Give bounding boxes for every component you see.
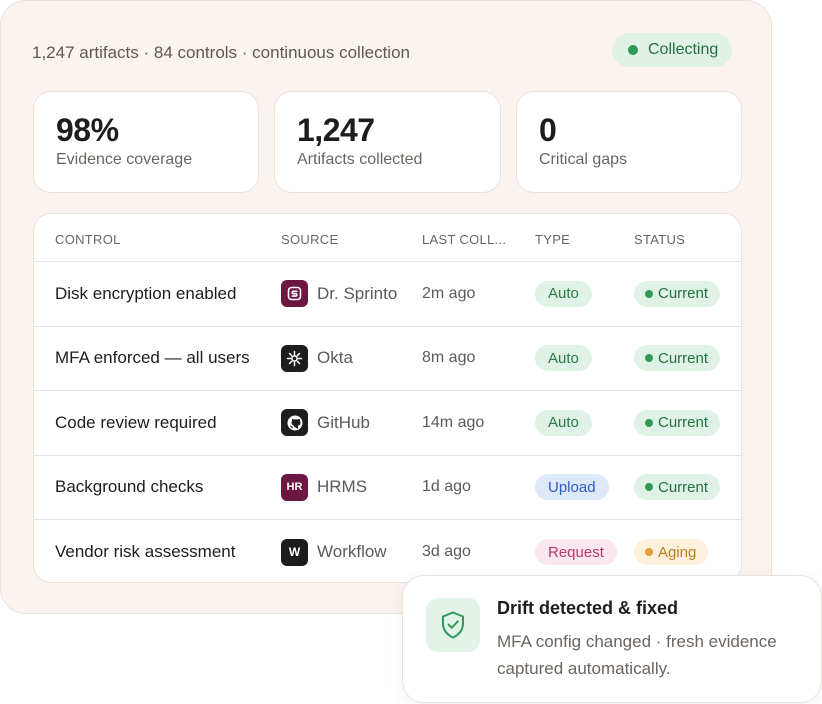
last-collected: 1d ago [422, 478, 471, 496]
type-cell: Upload [535, 456, 609, 520]
source-name: Workflow [317, 542, 387, 562]
type-badge: Auto [535, 345, 592, 372]
status-cell: Current [634, 391, 721, 455]
type-cell: Auto [535, 262, 592, 326]
status-dot-icon [645, 483, 653, 492]
control-name: Code review required [55, 412, 217, 432]
control-name: Vendor risk assessment [55, 542, 236, 562]
type-cell: Auto [535, 391, 592, 455]
workflow-logo-icon: W [281, 538, 308, 566]
status-label: Current [658, 285, 709, 303]
table-header: CONTROL SOURCE LAST COLL... TYPE STATUS [34, 214, 741, 262]
type-cell: Auto [535, 327, 592, 391]
last-collected: 3d ago [422, 543, 471, 561]
status-cell: Current [634, 327, 721, 391]
stat-value: 98% [56, 112, 119, 148]
status-badge: Current [634, 474, 721, 501]
type-badge: Request [535, 539, 617, 566]
stat-card-gaps: 0 Critical gaps [516, 91, 742, 193]
sprinto-logo-icon [281, 280, 308, 308]
type-cell: Request [535, 520, 617, 582]
collecting-badge-label: Collecting [648, 41, 719, 58]
stat-value: 0 [539, 112, 557, 148]
status-badge: Current [634, 280, 721, 307]
status-dot-icon [645, 289, 653, 298]
column-header-type[interactable]: TYPE [535, 232, 570, 247]
source-name: GitHub [317, 412, 370, 432]
control-name: Background checks [55, 477, 204, 497]
github-logo-icon [281, 409, 308, 437]
table-row[interactable]: Disk encryption enabled Dr. Sprinto 2m a… [34, 262, 741, 327]
last-collected: 14m ago [422, 413, 485, 431]
source-cell: W Workflow [281, 520, 387, 582]
status-dot-icon [645, 354, 653, 363]
status-badge: Current [634, 409, 721, 436]
source-cell: Okta [281, 327, 353, 391]
notification-title: Drift detected & fixed [497, 598, 679, 618]
status-label: Current [658, 414, 709, 432]
status-dot-icon [628, 45, 638, 55]
stat-label: Critical gaps [539, 151, 628, 168]
column-header-status[interactable]: STATUS [634, 232, 685, 247]
stat-card-coverage: 98% Evidence coverage [33, 91, 259, 193]
notification-body: MFA config changed · fresh evidence capt… [497, 632, 777, 678]
last-collected: 2m ago [422, 284, 476, 302]
table-row[interactable]: Vendor risk assessment W Workflow 3d ago… [34, 520, 741, 582]
status-badge: Aging [634, 539, 709, 566]
drift-notification-card[interactable]: Drift detected & fixed MFA config change… [402, 575, 822, 703]
control-name: Disk encryption enabled [55, 283, 237, 303]
source-name: Okta [317, 348, 353, 368]
status-dot-icon [645, 548, 653, 557]
stat-label: Artifacts collected [297, 151, 423, 168]
table-row[interactable]: Background checks HR HRMS 1d ago Upload … [34, 456, 741, 520]
evidence-panel: 1,247 artifacts · 84 controls · continuo… [0, 0, 772, 614]
status-dot-icon [645, 418, 653, 427]
control-name: MFA enforced — all users [55, 348, 250, 368]
type-badge: Upload [535, 474, 609, 501]
okta-logo-icon [281, 344, 308, 372]
column-header-last-collected[interactable]: LAST COLL... [422, 232, 506, 247]
source-cell: GitHub [281, 391, 370, 455]
stat-label: Evidence coverage [56, 151, 193, 168]
collection-summary: 1,247 artifacts · 84 controls · continuo… [32, 43, 410, 62]
source-cell: Dr. Sprinto [281, 262, 397, 326]
source-name: Dr. Sprinto [317, 283, 398, 303]
collecting-status-badge: Collecting [612, 33, 733, 67]
status-cell: Current [634, 456, 721, 520]
type-badge: Auto [535, 280, 592, 307]
status-label: Current [658, 478, 709, 496]
column-header-source[interactable]: SOURCE [281, 232, 338, 247]
source-name: HRMS [317, 477, 368, 497]
status-badge: Current [634, 345, 721, 372]
source-cell: HR HRMS [281, 456, 367, 520]
status-label: Aging [658, 543, 697, 561]
stat-card-artifacts: 1,247 Artifacts collected [274, 91, 501, 193]
status-cell: Aging [634, 520, 709, 582]
status-label: Current [658, 349, 709, 367]
shield-check-icon [426, 598, 480, 652]
table-row[interactable]: Code review required GitHub 14m ago Auto… [34, 391, 741, 456]
type-badge: Auto [535, 409, 592, 436]
hrms-logo-icon: HR [281, 473, 308, 501]
stat-value: 1,247 [297, 112, 375, 148]
last-collected: 8m ago [422, 349, 476, 367]
status-cell: Current [634, 262, 721, 326]
table-row[interactable]: MFA enforced — all users Okta 8m ago Aut… [34, 327, 741, 391]
evidence-table: CONTROL SOURCE LAST COLL... TYPE STATUS … [33, 213, 742, 583]
column-header-control[interactable]: CONTROL [55, 232, 121, 247]
